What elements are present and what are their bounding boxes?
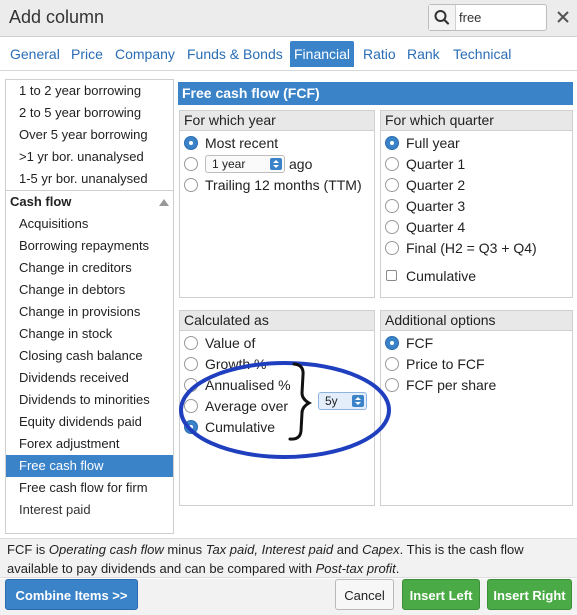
desc-text: minus: [163, 542, 206, 557]
annotation-ellipse: [179, 361, 391, 459]
search-input[interactable]: [459, 8, 543, 26]
desc-term: Capex: [362, 542, 400, 557]
list-item[interactable]: Interest paid: [6, 499, 173, 521]
list-item[interactable]: >1 yr bor. unanalysed: [6, 146, 173, 168]
desc-text: and: [333, 542, 363, 557]
measure-description: FCF is Operating cash flow minus Tax pai…: [0, 538, 577, 578]
column-list[interactable]: 1 to 2 year borrowing 2 to 5 year borrow…: [5, 79, 174, 534]
insert-right-button[interactable]: Insert Right: [487, 579, 572, 610]
tab-company[interactable]: Company: [111, 41, 179, 67]
list-item[interactable]: Closing cash balance: [6, 345, 173, 367]
list-item[interactable]: 1-5 yr bor. unanalysed: [6, 168, 173, 190]
dialog-footer: Combine Items >> Cancel Insert Left Inse…: [0, 579, 577, 615]
dialog-title: Add column: [9, 7, 105, 27]
list-item[interactable]: Change in stock: [6, 323, 173, 345]
options-area: Free cash flow (FCF) For which year Most…: [178, 79, 573, 534]
desc-term: Operating cash flow: [48, 542, 164, 557]
list-item[interactable]: Change in debtors: [6, 279, 173, 301]
list-item[interactable]: Over 5 year borrowing: [6, 124, 173, 146]
tab-general[interactable]: General: [6, 41, 64, 67]
list-item[interactable]: Equity dividends paid: [6, 411, 173, 433]
tab-ratio[interactable]: Ratio: [359, 41, 400, 67]
list-item-selected[interactable]: Free cash flow: [6, 455, 173, 477]
search-icon[interactable]: [429, 5, 456, 30]
search-box[interactable]: [428, 4, 547, 31]
category-tabs: General Price Company Funds & Bonds Fina…: [0, 37, 577, 71]
annotation-overlay: [179, 361, 391, 459]
list-item[interactable]: Forex adjustment: [6, 433, 173, 455]
close-icon[interactable]: [552, 6, 574, 28]
period-select[interactable]: 5y: [318, 392, 367, 410]
tab-rank[interactable]: Rank: [403, 41, 444, 67]
period-select-value: 5y: [325, 394, 338, 408]
list-item[interactable]: Dividends to minorities: [6, 389, 173, 411]
desc-term: Post-tax profit: [315, 561, 396, 576]
tab-price[interactable]: Price: [67, 41, 107, 67]
section-header-cash-flow[interactable]: Cash flow: [6, 191, 173, 213]
list-item[interactable]: 1 to 2 year borrowing: [6, 80, 173, 102]
desc-text: FCF is: [7, 542, 49, 557]
list-item[interactable]: 2 to 5 year borrowing: [6, 102, 173, 124]
tab-funds-bonds[interactable]: Funds & Bonds: [183, 41, 287, 67]
list-item[interactable]: Change in provisions: [6, 301, 173, 323]
desc-term: Tax paid, Interest paid: [205, 542, 334, 557]
desc-text: .: [395, 561, 400, 576]
section-header-label: Cash flow: [10, 194, 72, 209]
tab-financial[interactable]: Financial: [290, 41, 355, 67]
list-item[interactable]: Acquisitions: [6, 213, 173, 235]
combine-items-button[interactable]: Combine Items >>: [5, 579, 138, 610]
cancel-button[interactable]: Cancel: [335, 579, 394, 610]
list-item[interactable]: Dividends received: [6, 367, 173, 389]
title-bar: Add column: [0, 0, 577, 37]
list-item[interactable]: Change in creditors: [6, 257, 173, 279]
tab-technical[interactable]: Technical: [449, 41, 515, 67]
select-arrows-icon: [352, 395, 364, 407]
insert-left-button[interactable]: Insert Left: [402, 579, 480, 610]
annotation-brace: [288, 362, 313, 441]
list-item[interactable]: Borrowing repayments: [6, 235, 173, 257]
list-item[interactable]: Free cash flow for firm: [6, 477, 173, 499]
